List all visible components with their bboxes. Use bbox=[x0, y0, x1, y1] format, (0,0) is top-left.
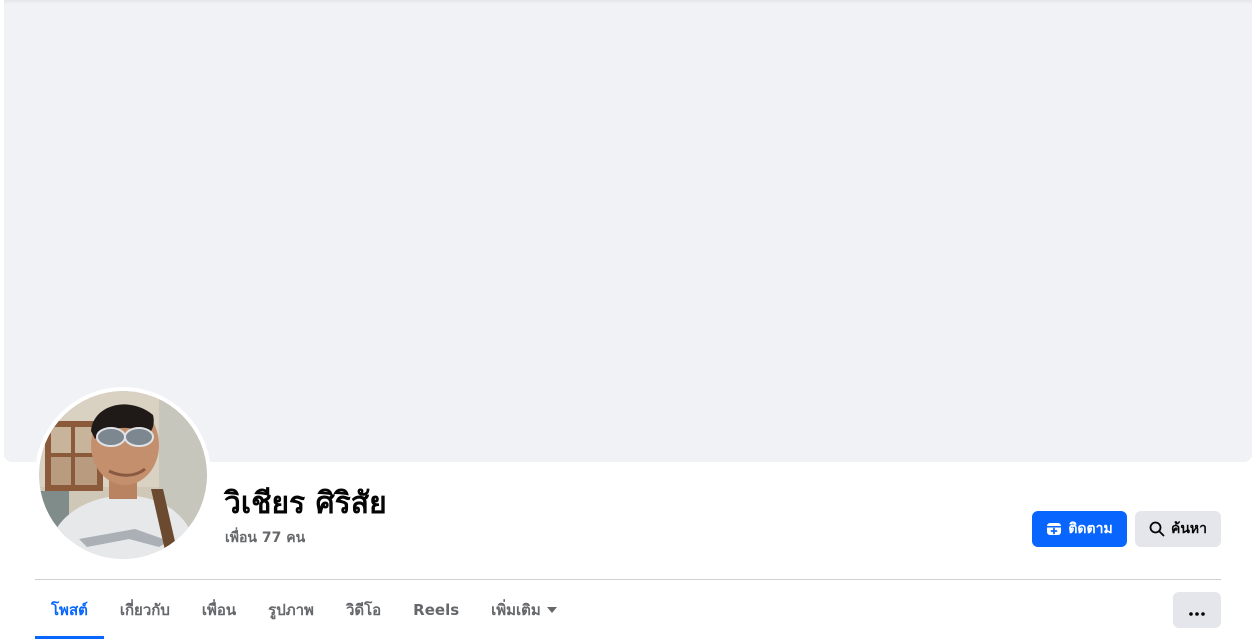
tab-photos[interactable]: รูปภาพ bbox=[252, 580, 330, 639]
tab-label: เพื่อน bbox=[201, 600, 237, 619]
caret-down-icon bbox=[546, 606, 557, 613]
tab-about[interactable]: เกี่ยวกับ bbox=[104, 580, 186, 639]
tab-label: เกี่ยวกับ bbox=[119, 600, 170, 619]
follow-plus-icon bbox=[1046, 521, 1062, 537]
search-icon bbox=[1149, 521, 1165, 537]
cover-photo[interactable] bbox=[4, 0, 1252, 462]
more-options-button[interactable] bbox=[1173, 592, 1221, 628]
profile-page: วิเชียร ศิริสัย เพื่อน 77 คน ติดตาม ค้นห… bbox=[0, 0, 1252, 639]
profile-picture-frame bbox=[35, 387, 211, 563]
tab-label: รูปภาพ bbox=[268, 600, 314, 619]
tab-label: วิดีโอ bbox=[345, 600, 382, 619]
friends-count[interactable]: เพื่อน 77 คน bbox=[225, 528, 305, 548]
tab-label: เพิ่มเติม bbox=[491, 600, 541, 619]
tab-label: โพสต์ bbox=[51, 600, 88, 619]
tab-friends[interactable]: เพื่อน bbox=[186, 580, 252, 639]
follow-button-label: ติดตาม bbox=[1068, 521, 1113, 537]
search-button[interactable]: ค้นหา bbox=[1135, 511, 1221, 547]
follow-button[interactable]: ติดตาม bbox=[1032, 511, 1127, 547]
more-horizontal-icon bbox=[1189, 601, 1205, 620]
tab-videos[interactable]: วิดีโอ bbox=[330, 580, 397, 639]
profile-name: วิเชียร ศิริสัย bbox=[224, 486, 387, 521]
tab-label: Reels bbox=[413, 600, 460, 619]
profile-tabs: โพสต์ เกี่ยวกับ เพื่อน รูปภาพ วิดีโอ Ree… bbox=[35, 580, 573, 639]
tab-reels[interactable]: Reels bbox=[397, 580, 475, 639]
tab-posts[interactable]: โพสต์ bbox=[35, 580, 104, 639]
search-button-label: ค้นหา bbox=[1170, 521, 1208, 537]
profile-picture[interactable] bbox=[39, 391, 207, 559]
tab-more[interactable]: เพิ่มเติม bbox=[475, 580, 573, 639]
